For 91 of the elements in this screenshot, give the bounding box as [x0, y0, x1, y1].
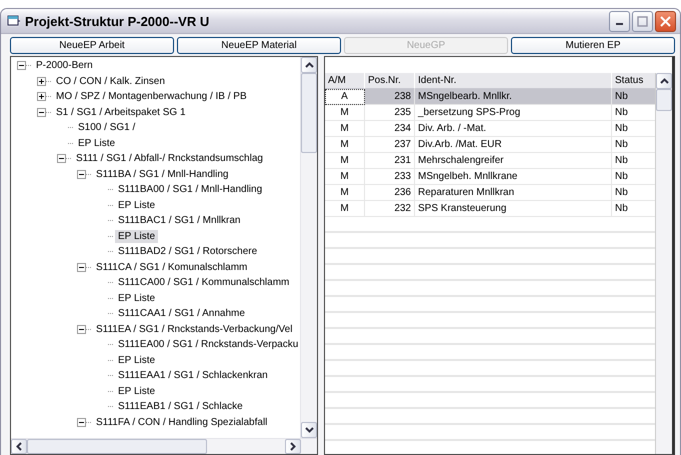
table-cell: MSngelbeh. Mnllkrane [415, 169, 612, 185]
column-header[interactable]: Status [612, 73, 655, 89]
expand-icon[interactable] [37, 92, 46, 102]
tree-item[interactable]: S111BA00 / SG1 / Mnll-Handling [115, 183, 266, 196]
tree-item[interactable]: S111EA00 / SG1 / Rnckstands-Verpacku [115, 338, 300, 352]
collapse-icon[interactable] [77, 262, 86, 272]
toolbar-button[interactable]: Mutieren EP [511, 37, 675, 54]
table-cell: Div.Arb. /Mat. EUR [415, 137, 612, 153]
toolbar-button[interactable]: NeueEP Arbeit [10, 37, 174, 54]
vertical-scrollbar[interactable] [300, 57, 317, 438]
horizontal-scrollbar[interactable] [11, 438, 317, 454]
caret-up-icon [660, 78, 668, 84]
tree-item[interactable]: S111CAA1 / SG1 / Annahme [115, 307, 248, 320]
tree-item[interactable]: EP Liste [115, 354, 158, 367]
table-cell: 237 [365, 137, 415, 153]
tree-item[interactable]: S111CA00 / SG1 / Kommunalschlamm [115, 276, 292, 290]
window-icon [7, 15, 21, 27]
caret-left-icon [16, 442, 22, 451]
minimize-button[interactable] [609, 10, 630, 32]
collapse-icon[interactable] [77, 418, 86, 427]
column-header[interactable]: Ident-Nr. [415, 73, 612, 89]
table-cell: M [325, 137, 365, 153]
table-row[interactable]: M 234 Div. Arb. / -Mat. Nb [325, 121, 655, 137]
table-cell: 235 [365, 105, 415, 121]
table-row[interactable]: M 231 Mehrschalengreifer Nb [325, 153, 655, 169]
close-icon [660, 16, 671, 26]
table-row[interactable]: A 238 MSngelbearb. Mnllkr. Nb [325, 89, 655, 105]
collapse-icon[interactable] [77, 170, 86, 179]
table-cell: 238 [365, 89, 415, 105]
scroll-thumb[interactable] [27, 439, 207, 454]
tree-item[interactable]: S111EA / SG1 / Rnckstands-Verbackung/Vel [93, 322, 296, 336]
table-cell: 231 [365, 153, 415, 169]
table-cell: _bersetzung SPS-Prog [415, 105, 612, 121]
tree-item[interactable]: EP Liste [115, 230, 158, 243]
table-cell: M [325, 169, 365, 185]
tree-item[interactable]: EP Liste [115, 384, 158, 398]
table-row[interactable]: M 235 _bersetzung SPS-Prog Nb [325, 105, 655, 121]
maximize-icon [637, 16, 648, 26]
caret-right-icon [290, 442, 296, 451]
table-cell: M [325, 185, 365, 201]
column-header[interactable]: A/M [325, 73, 365, 89]
collapse-icon[interactable] [57, 154, 66, 164]
table-row[interactable]: M 236 Reparaturen Mnllkran Nb [325, 185, 655, 201]
table-row[interactable]: M 237 Div.Arb. /Mat. EUR Nb [325, 137, 655, 153]
table-cell: 234 [365, 121, 415, 137]
tree-item[interactable]: P-2000-Bern [33, 59, 96, 72]
table-cell: Mehrschalengreifer [415, 153, 612, 169]
tree-item[interactable]: S111CA / SG1 / Komunalschlamm [93, 260, 250, 274]
minimize-icon [616, 23, 623, 25]
tree-item[interactable]: CO / CON / Kalk. Zinsen [53, 74, 168, 88]
scroll-down-button[interactable] [301, 422, 317, 438]
toolbar-button[interactable]: NeueEP Material [177, 37, 341, 54]
table-cell: Div. Arb. / -Mat. [415, 121, 612, 137]
collapse-icon[interactable] [37, 108, 46, 117]
tree-item[interactable]: S1 / SG1 / Arbeitspaket SG 1 [53, 106, 189, 119]
window-title: Projekt-Struktur P-2000--VR U [25, 14, 210, 28]
scroll-left-button[interactable] [11, 439, 27, 454]
tree-item[interactable]: S111BAD2 / SG1 / Rotorschere [115, 245, 260, 258]
scroll-thumb[interactable] [656, 89, 672, 111]
close-button[interactable] [655, 10, 676, 32]
tree-item[interactable]: S111EAA1 / SG1 / Schlackenkran [115, 369, 271, 382]
table-cell: MSngelbearb. Mnllkr. [415, 89, 612, 105]
table-cell: Reparaturen Mnllkran [415, 185, 612, 201]
table-cell: 236 [365, 185, 415, 201]
tree-item[interactable]: MO / SPZ / Montagenberwachung / IB / PB [53, 90, 250, 104]
collapse-icon[interactable] [17, 61, 26, 70]
table-cell: 233 [365, 169, 415, 185]
table-cell: Nb [612, 89, 655, 105]
tree-item[interactable]: S111BAC1 / SG1 / Mnllkran [115, 214, 244, 228]
tree-item[interactable]: EP Liste [75, 136, 118, 150]
scroll-right-button[interactable] [285, 439, 301, 454]
tree-item[interactable]: S111EAB1 / SG1 / Schlacke [115, 400, 246, 414]
tree-item[interactable]: EP Liste [115, 292, 158, 305]
caret-up-icon [304, 62, 314, 68]
tree-item[interactable]: S111FA / CON / Handling Spezialabfall [93, 416, 270, 429]
column-header[interactable]: Pos.Nr. [365, 73, 415, 89]
vertical-scrollbar[interactable] [655, 73, 672, 454]
scroll-up-button[interactable] [656, 73, 672, 89]
caret-down-icon [304, 427, 314, 433]
collapse-icon[interactable] [77, 324, 86, 334]
table-cell: M [325, 105, 365, 121]
table-cell: M [325, 121, 365, 137]
expand-icon[interactable] [37, 76, 46, 86]
tree-item[interactable]: EP Liste [115, 198, 158, 212]
scroll-up-button[interactable] [301, 57, 317, 73]
table-row[interactable]: M 233 MSngelbeh. Mnllkrane Nb [325, 169, 655, 185]
tree-item[interactable]: S100 / SG1 / [75, 121, 138, 134]
tree-item[interactable]: S111 / SG1 / Abfall-/ Rnckstandsumschlag [73, 152, 266, 166]
scroll-thumb[interactable] [301, 73, 317, 153]
tree-item[interactable]: S111BA / SG1 / Mnll-Handling [93, 168, 232, 181]
table-cell: M [325, 153, 365, 169]
